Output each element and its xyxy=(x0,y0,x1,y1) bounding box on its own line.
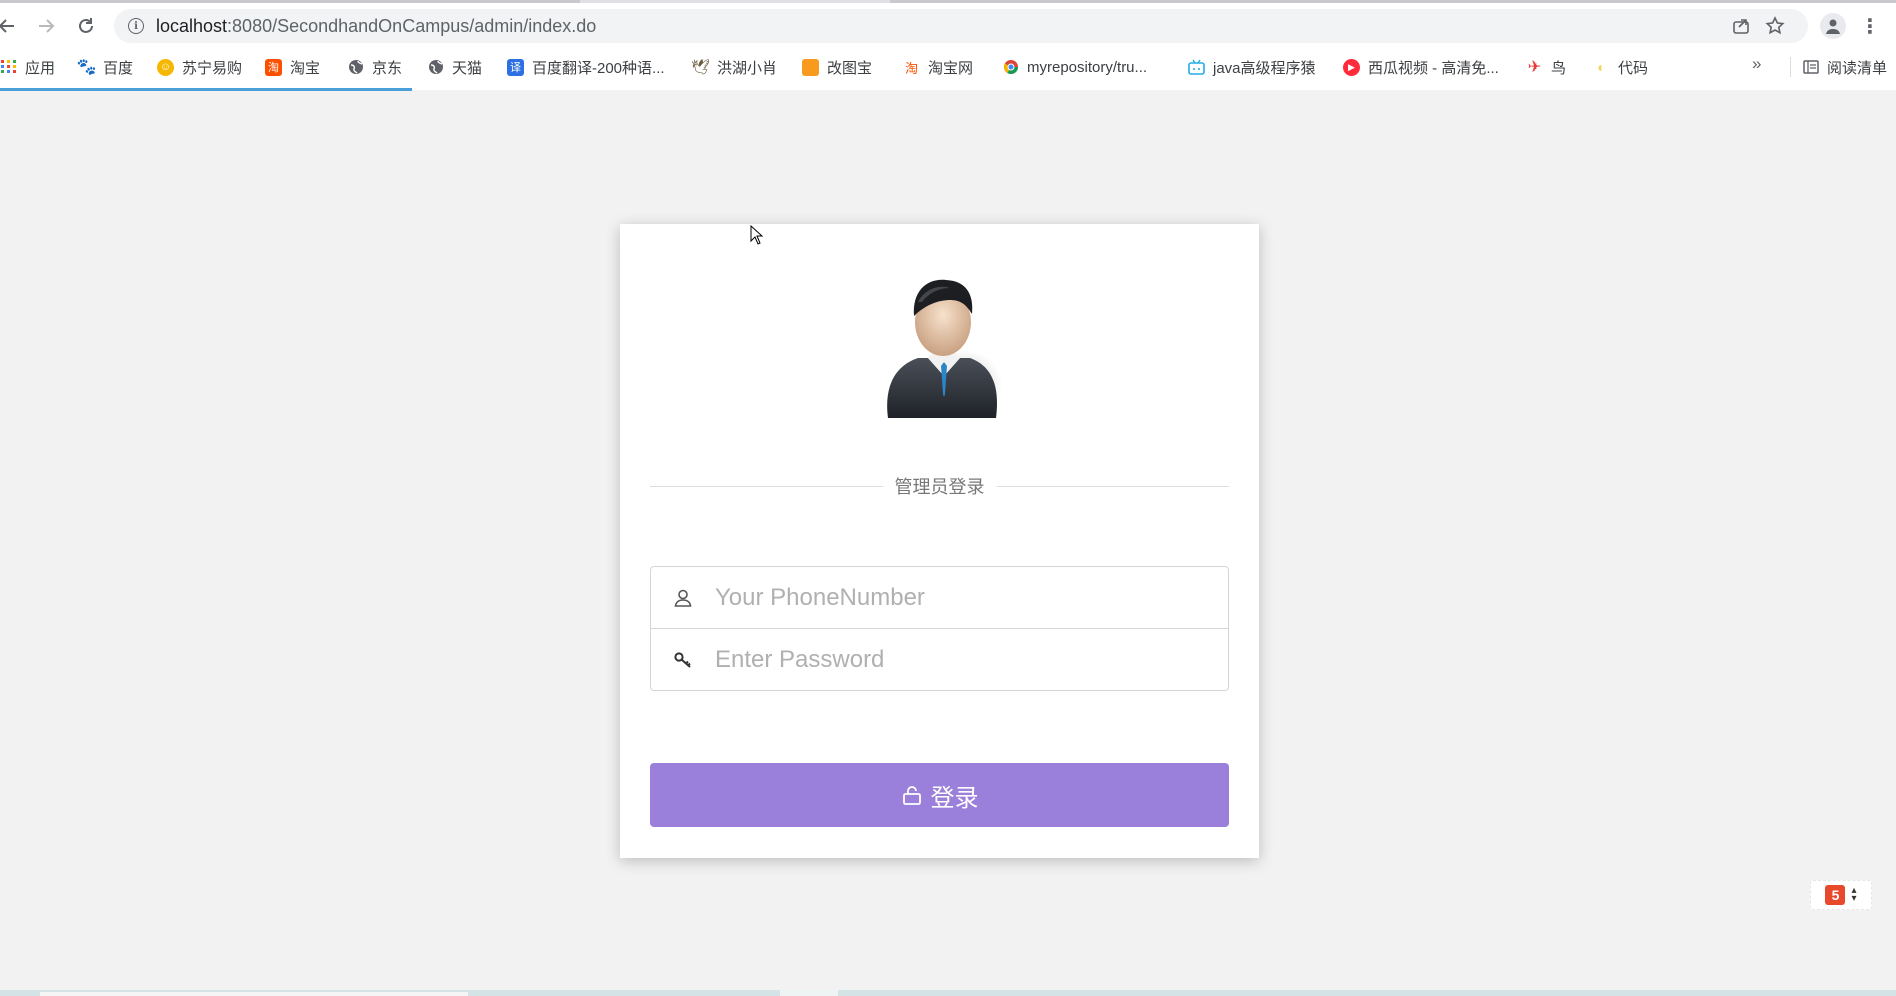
phone-number-input[interactable] xyxy=(715,583,1195,612)
bookmark-tmall[interactable]: 天猫 xyxy=(427,54,482,80)
bird-red-icon: ✈ xyxy=(1527,59,1542,76)
bookmark-jd[interactable]: 京东 xyxy=(347,54,402,80)
login-section-title: 管理员登录 xyxy=(894,477,985,497)
browser-toolbar: i localhost:8080/SecondhandOnCampus/admi… xyxy=(0,9,1896,43)
bookmark-bird[interactable]: ✈ 鸟 xyxy=(1526,54,1566,80)
tab-strip xyxy=(0,0,1896,3)
bookmark-gaitubao[interactable]: 改图宝 xyxy=(802,54,872,80)
url-text[interactable]: localhost:8080/SecondhandOnCampus/admin/… xyxy=(156,16,596,37)
suning-lion-icon: ☺ xyxy=(157,58,174,76)
translate-icon: 译 xyxy=(507,58,524,76)
apps-grid-icon xyxy=(0,59,17,76)
bookmark-label: 应用 xyxy=(25,59,56,77)
globe-icon xyxy=(347,59,364,76)
baidu-paw-icon: 🐾 xyxy=(76,59,97,76)
login-button[interactable]: 登录 xyxy=(650,763,1229,827)
xigua-play-icon: ▶ xyxy=(1343,58,1360,76)
globe-icon xyxy=(427,59,444,76)
reload-icon[interactable] xyxy=(73,13,99,39)
login-title-divider: 管理员登录 xyxy=(650,474,1229,498)
bookmark-apps[interactable]: 应用 xyxy=(0,54,55,80)
share-icon[interactable] xyxy=(1730,15,1752,37)
page-loading-progress-bar xyxy=(0,88,412,91)
gaitubao-icon xyxy=(802,58,819,76)
reading-list-icon xyxy=(1803,59,1819,75)
bottom-edge-strip xyxy=(0,990,1896,996)
profile-avatar-icon[interactable] xyxy=(1820,13,1846,39)
bookmarks-overflow-button[interactable]: » xyxy=(1752,54,1761,74)
bookmark-xigua[interactable]: ▶ 西瓜视频 - 高清免... xyxy=(1343,54,1499,80)
password-input[interactable] xyxy=(715,645,1195,674)
bookmark-taobao[interactable]: 淘 淘宝 xyxy=(265,54,320,80)
bookmark-baidu[interactable]: 🐾 百度 xyxy=(76,54,133,80)
bookmark-honghu[interactable]: 🕊 洪湖小肖 xyxy=(690,54,777,80)
bookmark-suning[interactable]: ☺ 苏宁易购 xyxy=(157,54,242,80)
html5-icon: 5 xyxy=(1825,885,1846,905)
unlock-icon xyxy=(901,784,923,806)
floating-toolbar-widget[interactable]: 5 ▴ ▾ xyxy=(1810,880,1872,910)
taobao-icon: 淘 xyxy=(904,60,918,76)
address-bar[interactable]: i localhost:8080/SecondhandOnCampus/admi… xyxy=(114,9,1808,43)
password-field xyxy=(650,628,1229,691)
admin-avatar-image xyxy=(872,266,1012,426)
widget-dropdown-icon[interactable]: ▴ ▾ xyxy=(1851,886,1856,904)
browser-chrome: i localhost:8080/SecondhandOnCampus/admi… xyxy=(0,0,1896,91)
bookmark-star-icon[interactable] xyxy=(1764,15,1786,37)
taobao-icon: 淘 xyxy=(265,58,282,76)
bird-icon: 🕊 xyxy=(690,59,711,76)
bookmark-code[interactable]: ◐ 代码 xyxy=(1593,54,1648,80)
forward-icon[interactable] xyxy=(33,13,59,39)
user-icon xyxy=(651,567,715,628)
back-icon[interactable] xyxy=(0,13,20,39)
code-moon-icon: ◐ xyxy=(1597,59,1606,75)
bookmark-taobao-net[interactable]: 淘 淘宝网 xyxy=(903,54,973,80)
mouse-cursor-icon xyxy=(750,224,764,245)
bookmark-java[interactable]: java高级程序猿 xyxy=(1188,54,1316,80)
reading-list-button[interactable]: 阅读清单 xyxy=(1790,54,1887,80)
bookmarks-bar: 应用 🐾 百度 ☺ 苏宁易购 淘 淘宝 京东 天猫 译 百度翻译-200种语..… xyxy=(0,54,1896,80)
admin-login-card: 管理员登录 登录 xyxy=(620,224,1259,858)
phone-field xyxy=(650,566,1229,629)
bookmark-myrepository[interactable]: myrepository/tru... xyxy=(1002,54,1147,80)
key-icon xyxy=(651,629,715,690)
chrome-icon xyxy=(1002,59,1019,76)
browser-menu-icon[interactable]: ⋮ xyxy=(1860,13,1880,39)
site-info-icon[interactable]: i xyxy=(128,18,144,34)
bilibili-icon xyxy=(1188,59,1205,76)
bookmark-baidu-translate[interactable]: 译 百度翻译-200种语... xyxy=(507,54,665,80)
